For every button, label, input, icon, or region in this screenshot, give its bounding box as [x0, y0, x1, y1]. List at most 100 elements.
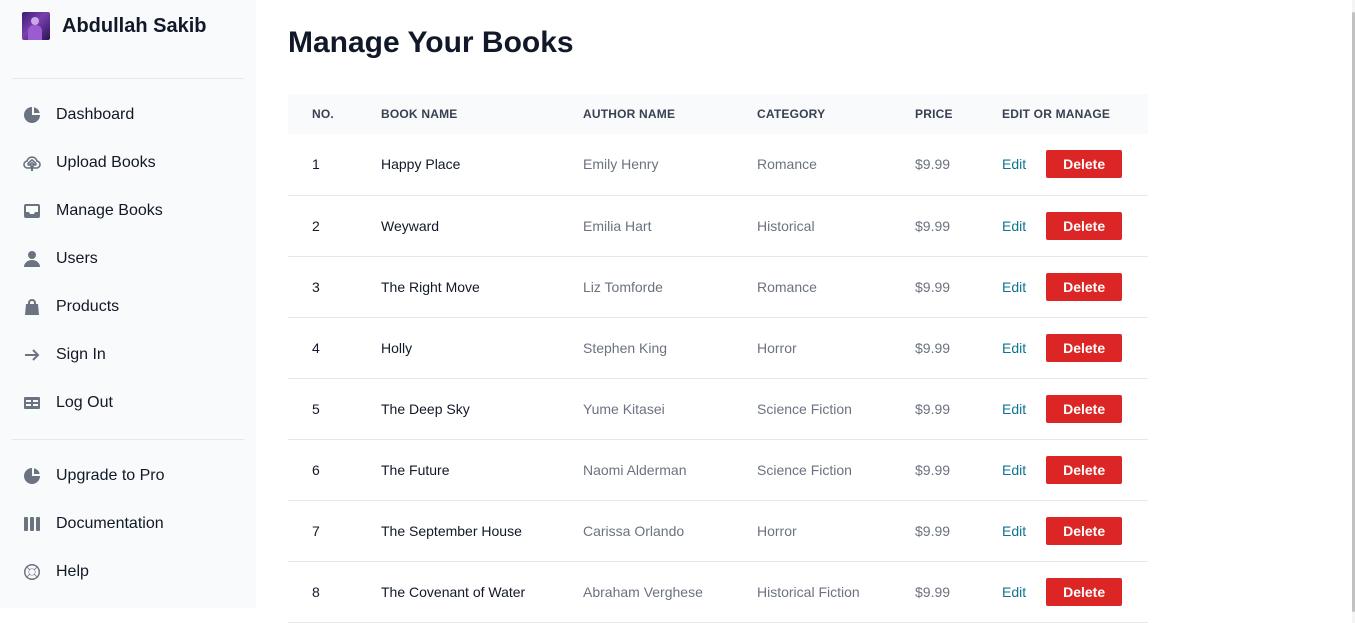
sidebar-item-label: Documentation — [56, 515, 164, 532]
sidebar-item-upload-books[interactable]: Upload Books — [12, 143, 244, 183]
cell-book-name: The Future — [381, 461, 450, 478]
sidebar-item-label: Users — [56, 250, 98, 267]
cell-book-name: Weyward — [381, 217, 440, 234]
edit-link[interactable]: Edit — [1002, 156, 1026, 172]
delete-button[interactable]: Delete — [1046, 272, 1123, 301]
user-icon — [22, 249, 42, 269]
cloud-upload-icon — [22, 153, 42, 173]
header-edit-or-manage: Edit or Manage — [1002, 107, 1111, 121]
header-category: Category — [757, 107, 826, 121]
cell-category: Historical — [757, 217, 815, 234]
cell-book-name: The Right Move — [381, 278, 480, 295]
cell-actions: Edit Delete — [1002, 195, 1148, 256]
table-row: 3 The Right Move Liz Tomforde Romance $9.99 E… — [288, 256, 1148, 317]
books-table: No. Book Name Author Name Category Price… — [288, 94, 1148, 623]
cell-no: 7 — [312, 522, 320, 539]
cell-actions: Edit Delete — [1002, 317, 1148, 378]
sidebar-item-label: Help — [56, 563, 89, 580]
table-row: 7 The September House Carissa Orlando Horro… — [288, 500, 1148, 561]
cell-author-name: Liz Tomforde — [583, 278, 663, 295]
sidebar-item-documentation[interactable]: Documentation — [12, 504, 244, 544]
delete-button[interactable]: Delete — [1046, 516, 1123, 545]
sidebar-item-help[interactable]: Help — [12, 552, 244, 592]
delete-button[interactable]: Delete — [1046, 211, 1123, 240]
table-row: 6 The Future Naomi Alderman Science Fiction… — [288, 439, 1148, 500]
edit-link[interactable]: Edit — [1002, 218, 1026, 234]
edit-link[interactable]: Edit — [1002, 279, 1026, 295]
cell-author-name: Emilia Hart — [583, 217, 652, 234]
sidebar-item-products[interactable]: Products — [12, 287, 244, 327]
cell-book-name: Happy Place — [381, 156, 461, 173]
cell-no: 5 — [312, 400, 320, 417]
columns-icon — [22, 514, 42, 534]
chart-pie-icon — [22, 466, 42, 486]
lifebuoy-icon — [22, 562, 42, 582]
cell-actions: Edit Delete — [1002, 500, 1148, 561]
cell-price: $9.99 — [915, 583, 951, 600]
cell-category: Romance — [757, 278, 817, 295]
sidebar-item-label: Upgrade to Pro — [56, 467, 165, 484]
cell-book-name: The Deep Sky — [381, 400, 470, 417]
sidebar-item-sign-in[interactable]: Sign In — [12, 335, 244, 375]
sidebar-item-manage-books[interactable]: Manage Books — [12, 191, 244, 231]
cell-category: Historical Fiction — [757, 583, 860, 600]
cell-price: $9.99 — [915, 339, 951, 356]
delete-button[interactable]: Delete — [1046, 333, 1123, 362]
edit-link[interactable]: Edit — [1002, 523, 1026, 539]
sidebar-item-label: Sign In — [56, 346, 106, 363]
user-avatar — [22, 12, 50, 40]
cell-author-name: Naomi Alderman — [583, 461, 687, 478]
sidebar-item-log-out[interactable]: Log Out — [12, 383, 244, 423]
sidebar-item-dashboard[interactable]: Dashboard — [12, 95, 244, 135]
cell-no: 2 — [312, 217, 320, 234]
edit-link[interactable]: Edit — [1002, 340, 1026, 356]
cell-category: Science Fiction — [757, 400, 852, 417]
sidebar-item-label: Manage Books — [56, 202, 163, 219]
header-author-name: Author Name — [583, 107, 676, 121]
edit-link[interactable]: Edit — [1002, 584, 1026, 600]
sidebar-item-label: Dashboard — [56, 106, 135, 123]
cell-actions: Edit Delete — [1002, 378, 1148, 439]
table-row: 4 Holly Stephen King Horror $9.99 Edit Delete — [288, 317, 1148, 378]
cell-author-name: Yume Kitasei — [583, 400, 665, 417]
cell-price: $9.99 — [915, 461, 951, 478]
cell-price: $9.99 — [915, 522, 951, 539]
cell-category: Horror — [757, 339, 797, 356]
shopping-bag-icon — [22, 297, 42, 317]
cell-actions: Edit Delete — [1002, 561, 1148, 622]
cell-price: $9.99 — [915, 278, 951, 295]
edit-link[interactable]: Edit — [1002, 462, 1026, 478]
page-title: Manage Your Books — [288, 26, 574, 59]
cell-book-name: The September House — [381, 522, 522, 539]
delete-button[interactable]: Delete — [1046, 394, 1123, 423]
edit-link[interactable]: Edit — [1002, 401, 1026, 417]
inbox-icon — [22, 201, 42, 221]
table-row: 8 The Covenant of Water Abraham Verghese Hi… — [288, 561, 1148, 622]
delete-button[interactable]: Delete — [1046, 577, 1123, 606]
cell-no: 1 — [312, 156, 320, 173]
cell-author-name: Carissa Orlando — [583, 522, 685, 539]
sidebar-item-label: Products — [56, 298, 120, 315]
table-header-row: No. Book Name Author Name Category Price… — [288, 94, 1148, 134]
brand[interactable]: Abdullah Sakib — [22, 12, 206, 40]
user-name: Abdullah Sakib — [62, 14, 207, 37]
delete-button[interactable]: Delete — [1046, 150, 1123, 179]
cell-category: Romance — [757, 156, 817, 173]
delete-button[interactable]: Delete — [1046, 455, 1123, 484]
sidebar-item-upgrade-to-pro[interactable]: Upgrade to Pro — [12, 456, 244, 496]
header-price: Price — [915, 107, 953, 121]
cell-no: 3 — [312, 278, 320, 295]
chart-pie-icon — [22, 105, 42, 125]
cell-price: $9.99 — [915, 217, 951, 234]
cell-price: $9.99 — [915, 156, 951, 173]
cell-author-name: Abraham Verghese — [583, 583, 703, 600]
sidebar-divider — [12, 439, 244, 440]
sidebar-item-users[interactable]: Users — [12, 239, 244, 279]
sidebar-item-label: Upload Books — [56, 154, 156, 171]
cell-no: 8 — [312, 583, 320, 600]
cell-no: 4 — [312, 339, 320, 356]
table-row: 1 Happy Place Emily Henry Romance $9.99 Edit D… — [288, 134, 1148, 195]
table-body: 1 Happy Place Emily Henry Romance $9.99 Edit D… — [288, 134, 1148, 622]
table-icon — [22, 393, 42, 413]
sidebar-item-label: Log Out — [56, 394, 113, 411]
